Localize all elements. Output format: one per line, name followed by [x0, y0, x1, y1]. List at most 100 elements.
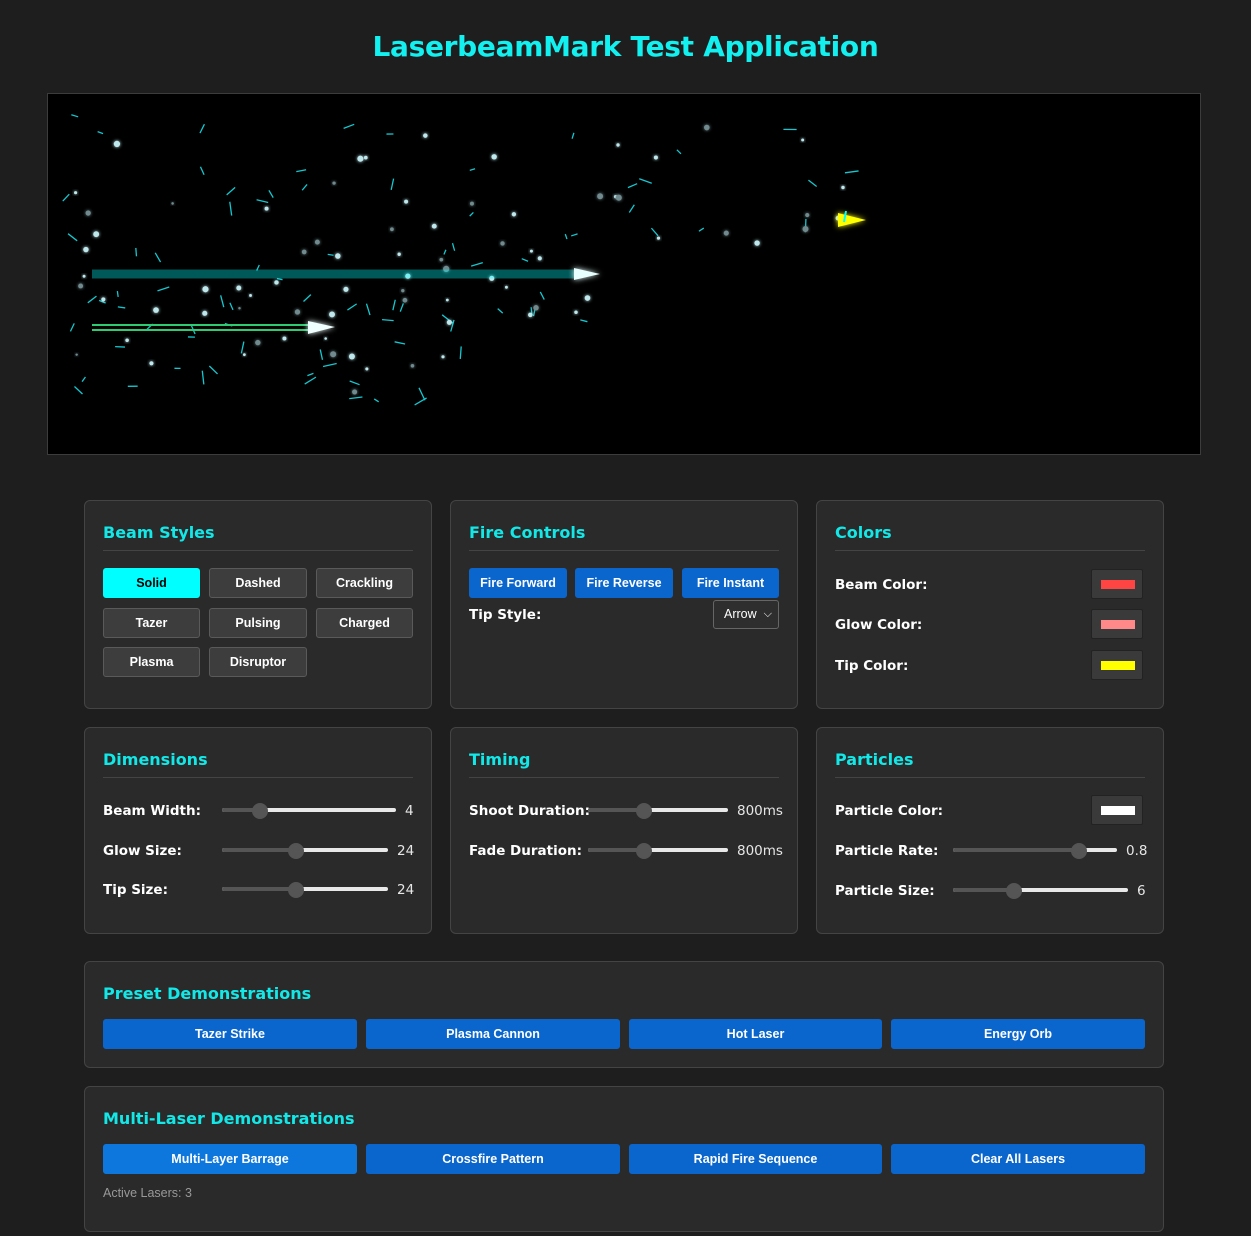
- fire-reverse-button[interactable]: Fire Reverse: [575, 568, 673, 598]
- glow-particle: [410, 363, 415, 368]
- spark-particle: [571, 132, 575, 139]
- crossfire-pattern-button[interactable]: Crossfire Pattern: [366, 1144, 620, 1174]
- glow-particle: [801, 138, 805, 142]
- spark-particle: [319, 349, 324, 360]
- glow-particle: [723, 230, 729, 236]
- glow-particle: [584, 295, 591, 301]
- spark-particle: [539, 291, 545, 300]
- glow-particle: [113, 140, 121, 148]
- glow-particle: [397, 252, 401, 256]
- fire-controls-panel: Fire Controls Fire Forward Fire Reverse …: [450, 500, 798, 709]
- spark-particle: [459, 346, 462, 359]
- glow-particle: [93, 231, 100, 238]
- tip-size-label: Tip Size:: [103, 882, 168, 898]
- style-disruptor-button[interactable]: Disruptor: [209, 647, 307, 677]
- glow-color-picker[interactable]: [1091, 609, 1143, 639]
- glow-particle: [242, 353, 246, 357]
- laser-tip-red: [838, 213, 866, 227]
- glow-particle: [445, 298, 449, 302]
- style-solid-button[interactable]: Solid: [103, 568, 200, 598]
- fire-forward-button[interactable]: Fire Forward: [469, 568, 567, 598]
- particle-rate-value: 0.8: [1126, 843, 1148, 859]
- divider: [103, 550, 413, 551]
- glow-particle: [703, 124, 710, 131]
- glow-particle: [282, 336, 287, 341]
- style-crackling-button[interactable]: Crackling: [316, 568, 413, 598]
- spark-particle: [304, 376, 317, 385]
- spark-particle: [87, 295, 97, 304]
- fade-duration-value: 800ms: [737, 843, 783, 859]
- dot-particles: [74, 124, 845, 395]
- laser-tip-cyan: [574, 268, 600, 280]
- divider: [835, 777, 1145, 778]
- glow-particle: [149, 361, 154, 366]
- spark-particle: [67, 233, 78, 242]
- glow-particle: [202, 310, 208, 316]
- spark-particle: [497, 308, 504, 314]
- rapid-fire-sequence-button[interactable]: Rapid Fire Sequence: [629, 1144, 882, 1174]
- beam-color-picker[interactable]: [1091, 569, 1143, 599]
- glow-particle: [511, 212, 517, 217]
- spark-particle: [229, 201, 233, 216]
- fade-duration-slider[interactable]: [588, 843, 728, 859]
- spark-particle: [392, 299, 396, 311]
- spark-particle: [135, 247, 138, 257]
- spark-particle: [639, 178, 652, 184]
- glow-particle: [255, 339, 261, 346]
- glow-particle: [335, 253, 341, 259]
- glow-particle: [101, 297, 106, 302]
- active-lasers-count: Active Lasers: 3: [103, 1186, 192, 1200]
- timing-panel: Timing Shoot Duration: 800ms Fade Durati…: [450, 727, 798, 934]
- spark-particle: [199, 166, 205, 176]
- particle-size-slider[interactable]: [953, 883, 1128, 899]
- style-dashed-button[interactable]: Dashed: [209, 568, 307, 598]
- spark-particle: [521, 258, 529, 262]
- style-plasma-button[interactable]: Plasma: [103, 647, 200, 677]
- glow-particle: [390, 227, 394, 232]
- divider: [469, 777, 779, 778]
- glow-particle: [249, 294, 252, 297]
- particle-rate-slider[interactable]: [953, 843, 1117, 859]
- colors-panel: Colors Beam Color: Glow Color: Tip Color…: [816, 500, 1164, 709]
- glow-particle: [83, 246, 89, 253]
- tip-color-picker[interactable]: [1091, 650, 1143, 680]
- fire-instant-button[interactable]: Fire Instant: [682, 568, 779, 598]
- energy-orb-button[interactable]: Energy Orb: [891, 1019, 1145, 1049]
- hot-laser-button[interactable]: Hot Laser: [629, 1019, 882, 1049]
- plasma-cannon-button[interactable]: Plasma Cannon: [366, 1019, 620, 1049]
- glow-size-label: Glow Size:: [103, 843, 182, 859]
- spark-particle: [226, 186, 236, 196]
- particle-size-label: Particle Size:: [835, 883, 935, 899]
- glow-particle: [504, 285, 508, 289]
- clear-all-lasers-button[interactable]: Clear All Lasers: [891, 1144, 1145, 1174]
- style-charged-button[interactable]: Charged: [316, 608, 413, 638]
- style-tazer-button[interactable]: Tazer: [103, 608, 200, 638]
- multi-laser-panel: Multi-Laser Demonstrations Multi-Layer B…: [84, 1086, 1164, 1232]
- panel-title: Dimensions: [103, 750, 208, 769]
- beam-width-slider[interactable]: [222, 803, 396, 819]
- spark-particle: [451, 243, 456, 251]
- laser-canvas[interactable]: [47, 93, 1201, 455]
- spark-particle: [469, 211, 474, 217]
- glow-particle: [85, 210, 91, 216]
- beam-styles-panel: Beam Styles Solid Dashed Crackling Tazer…: [84, 500, 432, 709]
- tip-style-value: Arrow: [724, 607, 757, 621]
- style-pulsing-button[interactable]: Pulsing: [209, 608, 307, 638]
- spark-particle: [580, 319, 588, 323]
- spark-particle: [844, 170, 859, 174]
- glow-particle: [533, 305, 539, 311]
- tip-size-slider[interactable]: [222, 882, 388, 898]
- glow-particle: [469, 201, 474, 206]
- particle-color-picker[interactable]: [1091, 795, 1143, 825]
- spark-particle: [268, 189, 274, 198]
- multi-layer-barrage-button[interactable]: Multi-Layer Barrage: [103, 1144, 357, 1174]
- tazer-strike-button[interactable]: Tazer Strike: [103, 1019, 357, 1049]
- glow-particle: [330, 351, 337, 358]
- shoot-duration-slider[interactable]: [588, 803, 728, 819]
- particles-panel: Particles Particle Color: Particle Rate:…: [816, 727, 1164, 934]
- color-swatch: [1101, 806, 1135, 815]
- glow-size-slider[interactable]: [222, 843, 388, 859]
- tip-style-select[interactable]: Arrow ⌵: [713, 600, 779, 629]
- spark-particle: [349, 396, 363, 400]
- chevron-down-icon: ⌵: [763, 608, 772, 620]
